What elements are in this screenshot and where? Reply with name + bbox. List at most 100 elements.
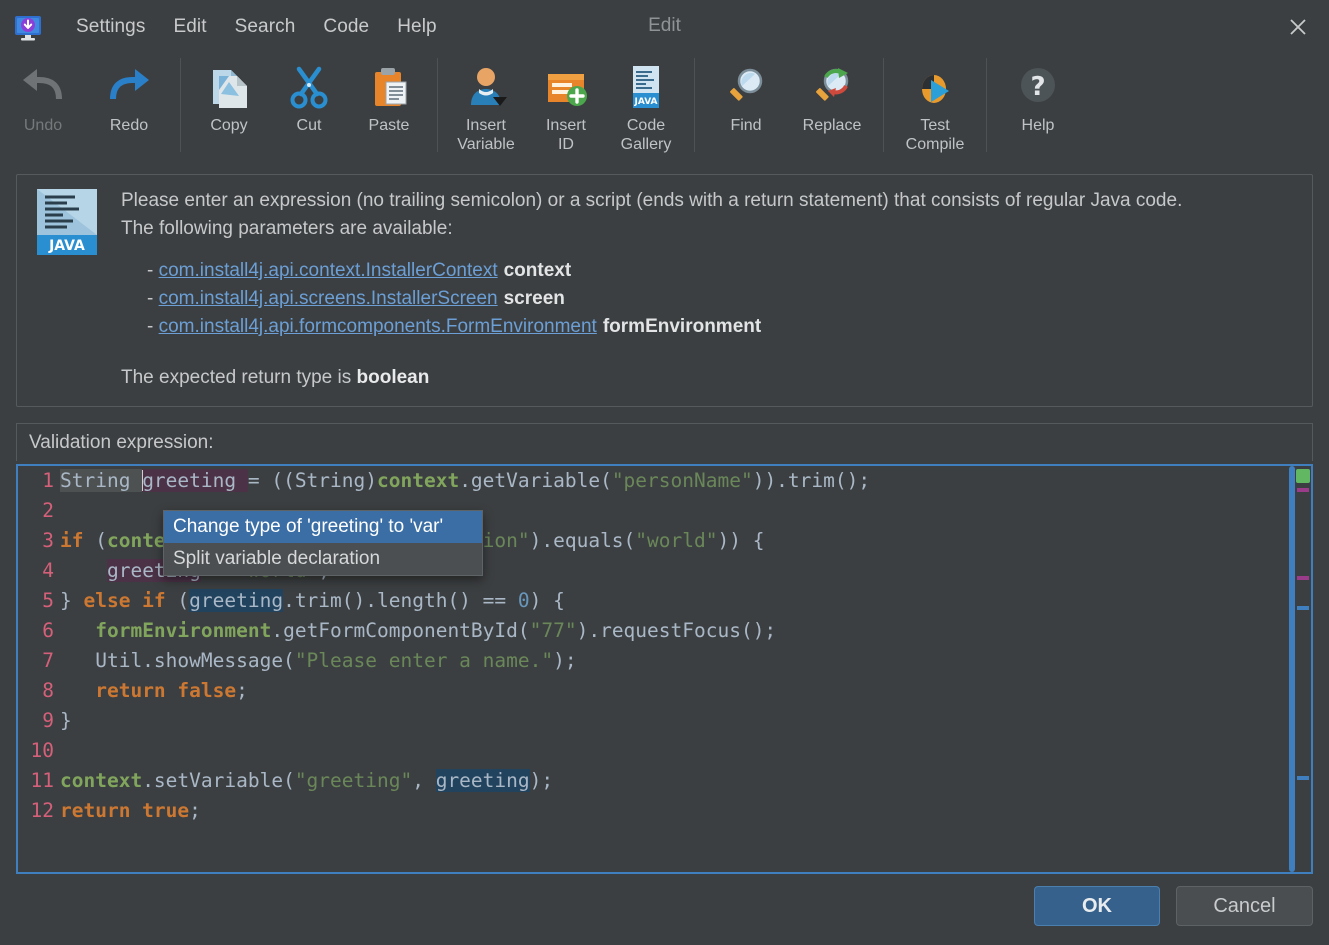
code-line: 5 } else if (greeting.trim().length() ==… <box>18 586 1311 616</box>
menu-edit[interactable]: Edit <box>159 12 220 42</box>
line-number: 9 <box>42 709 54 732</box>
insert-variable-button[interactable]: Insert Variable <box>446 54 526 154</box>
find-button[interactable]: Find <box>703 54 789 135</box>
menu-help[interactable]: Help <box>383 12 450 42</box>
undo-label: Undo <box>23 117 63 134</box>
line-content: String greeting = ((String)context.getVa… <box>60 469 871 492</box>
menu-item-change-type[interactable]: Change type of 'greeting' to 'var' <box>164 511 482 543</box>
magnifier-replace-icon <box>808 60 856 114</box>
line-number: 1 <box>42 469 54 492</box>
toolbar-separator <box>437 58 438 152</box>
replace-label: Replace <box>802 117 862 134</box>
java-document-icon: JAVA <box>623 60 669 114</box>
magnifier-icon <box>722 60 770 114</box>
line-number: 7 <box>42 649 54 672</box>
validation-expression-label-text: Validation expression: <box>29 431 214 453</box>
find-label: Find <box>730 117 762 134</box>
ok-button[interactable]: OK <box>1034 886 1160 926</box>
insert-id-plus-icon <box>542 60 590 114</box>
paste-button[interactable]: Paste <box>349 54 429 135</box>
help-label: Help <box>1021 117 1055 134</box>
line-content: formEnvironment.getFormComponentById("77… <box>95 619 777 642</box>
copy-button[interactable]: Copy <box>189 54 269 135</box>
code-line: 6 formEnvironment.getFormComponentById("… <box>18 616 1311 646</box>
line-number: 10 <box>30 739 54 762</box>
parameter-type-link[interactable]: com.install4j.api.screens.InstallerScree… <box>159 288 498 309</box>
line-content: } <box>60 709 72 732</box>
menu-search[interactable]: Search <box>221 12 310 42</box>
info-panel: JAVA Please enter an expression (no trai… <box>16 174 1313 407</box>
expected-return-type: The expected return type is boolean <box>121 367 1182 389</box>
info-text: Please enter an expression (no trailing … <box>99 175 1182 406</box>
svg-text:JAVA: JAVA <box>633 97 657 107</box>
code-line: 12 return true; <box>18 796 1311 826</box>
editor-marker-column[interactable] <box>1295 466 1311 872</box>
info-paragraph-line1: Please enter an expression (no trailing … <box>121 190 1183 211</box>
test-compile-button[interactable]: Test Compile <box>892 54 978 154</box>
undo-arrow-icon <box>17 60 69 114</box>
code-gallery-label: Code Gallery <box>620 117 672 153</box>
line-content: Util.showMessage("Please enter a name.")… <box>60 649 577 672</box>
title-bar: Settings Edit Search Code Help Edit <box>0 0 1329 54</box>
parameter-name: formEnvironment <box>602 316 762 337</box>
parameter-row: - com.install4j.api.formcomponents.FormE… <box>147 313 1182 341</box>
line-number: 3 <box>42 529 54 552</box>
paste-label: Paste <box>368 117 410 134</box>
line-number: 8 <box>42 679 54 702</box>
svg-text:?: ? <box>1030 72 1045 102</box>
toolbar-separator <box>986 58 987 152</box>
close-button[interactable] <box>1267 0 1329 54</box>
validation-expression-label: Validation expression: <box>16 423 1313 461</box>
expected-return-value: boolean <box>356 367 430 388</box>
line-number: 4 <box>42 559 54 582</box>
toolbar-separator <box>180 58 181 152</box>
close-icon <box>1290 19 1306 35</box>
caret-marker[interactable] <box>1297 776 1309 780</box>
intention-context-menu[interactable]: Change type of 'greeting' to 'var' Split… <box>163 510 483 576</box>
cut-label: Cut <box>296 117 322 134</box>
line-content: context.setVariable("greeting", greeting… <box>60 769 554 792</box>
parameter-row: - com.install4j.api.context.InstallerCon… <box>147 257 1182 285</box>
cut-button[interactable]: Cut <box>269 54 349 135</box>
clipboard-paste-icon <box>365 60 413 114</box>
parameter-name: context <box>503 260 572 281</box>
install4j-monitor-icon <box>12 11 44 43</box>
copy-pages-icon <box>205 60 253 114</box>
line-content: return true; <box>60 799 201 822</box>
edit-script-dialog: Settings Edit Search Code Help Edit Undo… <box>0 0 1329 945</box>
toolbar-group-insert: Insert Variable Insert ID JAVA Code Gall… <box>446 54 686 166</box>
line-number: 11 <box>30 769 54 792</box>
line-content: } else if (greeting.trim().length() == 0… <box>60 589 565 612</box>
redo-label: Redo <box>109 117 149 134</box>
help-button[interactable]: ? Help <box>995 54 1081 135</box>
menu-bar: Settings Edit Search Code Help <box>62 12 451 42</box>
toolbar-group-compile: Test Compile <box>892 54 978 166</box>
test-compile-label: Test Compile <box>905 117 965 153</box>
bullet-dash: - <box>147 260 159 281</box>
scissors-icon <box>285 60 333 114</box>
toolbar-group-search: Find Replace <box>703 54 875 166</box>
occurrence-marker[interactable] <box>1297 488 1309 492</box>
redo-button[interactable]: Redo <box>86 54 172 135</box>
bug-play-icon <box>911 60 959 114</box>
code-line: 10 <box>18 736 1311 766</box>
undo-button[interactable]: Undo <box>0 54 86 135</box>
menu-settings[interactable]: Settings <box>62 12 159 42</box>
replace-button[interactable]: Replace <box>789 54 875 135</box>
menu-code[interactable]: Code <box>309 12 383 42</box>
parameter-type-link[interactable]: com.install4j.api.context.InstallerConte… <box>159 260 498 281</box>
cancel-button[interactable]: Cancel <box>1176 886 1313 926</box>
line-number: 2 <box>42 499 54 522</box>
insert-id-button[interactable]: Insert ID <box>526 54 606 154</box>
menu-item-split-declaration[interactable]: Split variable declaration <box>164 543 482 575</box>
inspection-status-indicator[interactable] <box>1296 469 1310 483</box>
question-mark-icon: ? <box>1014 60 1062 114</box>
java-file-icon: JAVA <box>35 187 99 406</box>
occurrence-marker[interactable] <box>1297 576 1309 580</box>
toolbar-separator <box>694 58 695 152</box>
code-gallery-button[interactable]: JAVA Code Gallery <box>606 54 686 154</box>
caret-marker[interactable] <box>1297 606 1309 610</box>
parameter-type-link[interactable]: com.install4j.api.formcomponents.FormEnv… <box>159 316 597 337</box>
line-number: 12 <box>30 799 54 822</box>
line-number: 5 <box>42 589 54 612</box>
